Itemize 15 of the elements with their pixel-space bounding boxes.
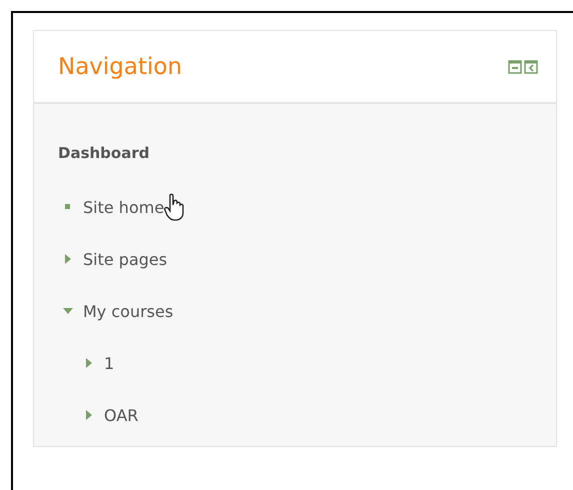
bullet-icon bbox=[63, 202, 73, 212]
caret-right-icon[interactable] bbox=[84, 358, 94, 368]
caret-down-icon[interactable] bbox=[63, 306, 73, 316]
hand-cursor-icon bbox=[164, 193, 186, 221]
tree-item[interactable]: Site pages bbox=[83, 250, 168, 268]
tree-heading[interactable]: Dashboard bbox=[58, 144, 150, 162]
tree-item[interactable]: 1 bbox=[104, 354, 114, 372]
minimize-icon[interactable] bbox=[508, 60, 522, 74]
tree-item[interactable]: My courses bbox=[83, 302, 174, 320]
caret-right-icon[interactable] bbox=[84, 410, 94, 420]
tree-item[interactable]: OAR bbox=[104, 406, 138, 424]
dock-icon[interactable] bbox=[524, 60, 538, 74]
block-title: Navigation bbox=[58, 54, 182, 80]
caret-right-icon[interactable] bbox=[63, 254, 73, 264]
tree-item[interactable]: Site home bbox=[83, 198, 164, 216]
